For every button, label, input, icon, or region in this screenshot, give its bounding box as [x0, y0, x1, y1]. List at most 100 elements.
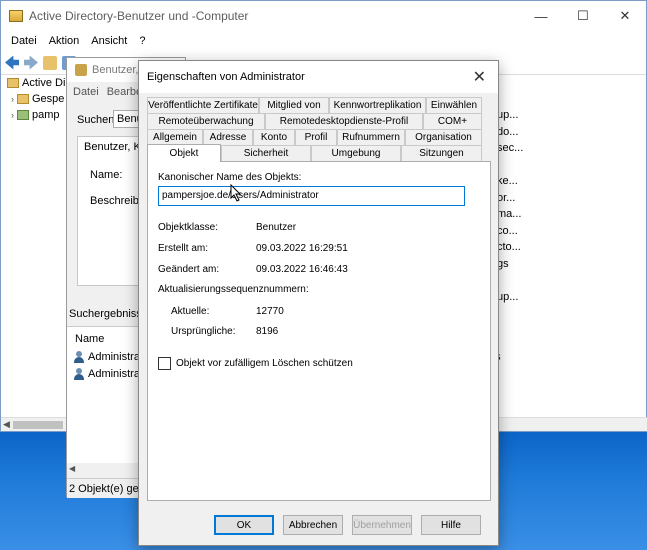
list-item[interactable]: Administrat: [73, 368, 143, 380]
tab-sicherheit[interactable]: Sicherheit: [221, 145, 311, 161]
dialog-title-bar: Eigenschaften von Administrator ✕: [139, 61, 498, 93]
menu-datei[interactable]: Datei: [73, 86, 99, 98]
usn-label: Aktualisierungssequenznummern:: [158, 284, 309, 295]
tree-item-label: Gespe: [32, 93, 65, 105]
chevron-right-icon[interactable]: ›: [11, 94, 14, 104]
urspruengliche-value: 8196: [256, 326, 279, 337]
canonical-name-field[interactable]: pampersjoe.de/Users/Administrator: [158, 186, 465, 206]
tab-einwaehlen[interactable]: Einwählen: [426, 97, 482, 113]
description-cell: co...: [497, 224, 518, 237]
menu-ansicht[interactable]: Ansicht: [85, 35, 133, 47]
erstellt-value: 09.03.2022 16:29:51: [256, 243, 348, 254]
chevron-right-icon[interactable]: ›: [11, 110, 14, 120]
minimize-icon[interactable]: —: [520, 1, 562, 31]
forward-icon[interactable]: [24, 55, 38, 70]
description-cell: [497, 159, 523, 176]
tree-item-label: pamp: [32, 109, 60, 121]
tab-profil[interactable]: Profil: [295, 129, 337, 145]
maximize-icon[interactable]: ☐: [562, 1, 604, 31]
scroll-left-icon[interactable]: ◀: [3, 419, 10, 430]
group-icon: [73, 351, 85, 363]
domain-icon: [17, 110, 29, 120]
tab-remotedesktop-profil[interactable]: Remotedesktopdienste-Profil: [265, 113, 423, 129]
tab-konto[interactable]: Konto: [253, 129, 295, 145]
name-label: Name:: [90, 169, 123, 181]
description-cell: or...: [497, 191, 516, 204]
tab-sitzungen[interactable]: Sitzungen: [401, 145, 482, 161]
apply-button[interactable]: Übernehmen: [352, 515, 412, 535]
list-header-name[interactable]: Name: [75, 333, 104, 345]
geaendert-label: Geändert am:: [158, 264, 220, 275]
search-window-icon: [75, 64, 87, 76]
help-button[interactable]: Hilfe: [421, 515, 481, 535]
folder-icon: [17, 94, 29, 104]
protect-deletion-checkbox[interactable]: [158, 357, 171, 370]
tab-adresse[interactable]: Adresse: [203, 129, 253, 145]
ad-app-icon: [9, 10, 23, 22]
tab-remoteueberwachung[interactable]: Remoteüberwachung: [147, 113, 265, 129]
up-folder-icon[interactable]: [43, 55, 57, 70]
description-cell: gs: [497, 257, 509, 270]
objektklasse-value: Benutzer: [256, 222, 297, 233]
menu-datei[interactable]: Datei: [5, 35, 43, 47]
ok-button[interactable]: OK: [214, 515, 274, 535]
main-window-title: Active Directory-Benutzer und -Computer: [29, 9, 249, 23]
tab-strip: Veröffentlichte Zertifikate Mitglied von…: [147, 97, 491, 162]
tree-item-label: Active Dir: [22, 77, 70, 89]
main-menubar: Datei Aktion Ansicht ?: [1, 31, 646, 51]
aktuelle-label: Aktuelle:: [171, 306, 210, 317]
menu-aktion[interactable]: Aktion: [43, 35, 86, 47]
close-icon[interactable]: ✕: [473, 67, 486, 87]
description-cell: sec...: [497, 142, 524, 154]
tab-allgemein[interactable]: Allgemein: [147, 129, 203, 145]
aktuelle-value: 12770: [256, 306, 284, 317]
description-cell: up...: [497, 109, 519, 121]
console-tree: Active Dir › Gespe › pamp: [1, 75, 73, 415]
tab-com-plus[interactable]: COM+: [423, 113, 482, 129]
description-cell: [497, 274, 523, 291]
main-titlebar: Active Directory-Benutzer und -Computer …: [1, 1, 646, 31]
menu-bearbeiten[interactable]: Bearbe: [107, 86, 142, 98]
description-cell: ke...: [497, 175, 518, 187]
tab-mitglied-von[interactable]: Mitglied von: [259, 97, 329, 113]
tab-organisation[interactable]: Organisation: [405, 129, 482, 145]
objekt-tab-panel: Kanonischer Name des Objekts: pampersjoe…: [147, 161, 491, 501]
user-icon: [73, 368, 85, 380]
ad-root-icon: [7, 78, 19, 88]
tab-row: Allgemein Adresse Konto Profil Rufnummer…: [147, 129, 491, 145]
description-cell: do...: [497, 125, 519, 138]
tab-rufnummern[interactable]: Rufnummern: [337, 129, 405, 145]
erstellt-label: Erstellt am:: [158, 243, 209, 254]
urspruengliche-label: Ursprüngliche:: [171, 326, 236, 337]
tab-objekt[interactable]: Objekt: [147, 144, 221, 162]
tab-zertifikate[interactable]: Veröffentlichte Zertifikate: [147, 97, 259, 113]
cancel-button[interactable]: Abbrechen: [283, 515, 343, 535]
protect-deletion-label[interactable]: Objekt vor zufälligem Löschen schützen: [176, 358, 353, 369]
tab-kennwortreplikation[interactable]: Kennwortreplikation: [329, 97, 426, 113]
description-cell: up...: [497, 290, 519, 303]
menu-help[interactable]: ?: [133, 35, 151, 47]
list-item[interactable]: Administrat: [73, 351, 143, 363]
tab-row: Remoteüberwachung Remotedesktopdienste-P…: [147, 113, 491, 129]
list-item-label: Administrat: [88, 351, 144, 363]
scrollbar-thumb[interactable]: [13, 421, 63, 429]
description-cell: ma...: [497, 208, 522, 220]
scroll-left-icon[interactable]: ◀: [69, 464, 75, 473]
canonical-name-label: Kanonischer Name des Objekts:: [158, 172, 302, 183]
tree-item-saved-queries[interactable]: › Gespe: [1, 91, 73, 107]
mouse-cursor-icon: [230, 184, 242, 202]
objektklasse-label: Objektklasse:: [158, 222, 219, 233]
back-icon[interactable]: [5, 55, 19, 70]
geaendert-value: 09.03.2022 16:46:43: [256, 264, 348, 275]
details-description-column: up... do... sec... ke... or... ma... co.…: [497, 109, 523, 307]
tree-item-root[interactable]: Active Dir: [1, 75, 73, 91]
tab-row: Objekt Sicherheit Umgebung Sitzungen: [147, 144, 491, 162]
properties-dialog: Eigenschaften von Administrator ✕ Veröff…: [138, 60, 499, 546]
tree-item-domain[interactable]: › pamp: [1, 107, 73, 123]
description-cell: cto...: [497, 241, 521, 253]
search-label: Suchen:: [77, 114, 118, 126]
dialog-title: Eigenschaften von Administrator: [147, 71, 305, 83]
tab-row: Veröffentlichte Zertifikate Mitglied von…: [147, 97, 491, 113]
close-icon[interactable]: ✕: [604, 1, 646, 31]
tab-umgebung[interactable]: Umgebung: [311, 145, 401, 161]
